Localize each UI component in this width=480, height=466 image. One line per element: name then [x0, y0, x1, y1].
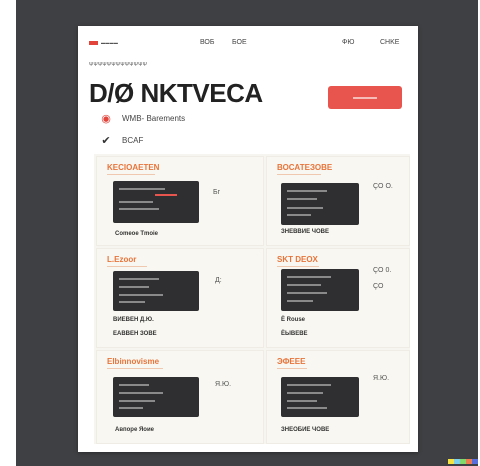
check-icon: ✔ — [101, 135, 111, 147]
page-card: ▬▬▬▬ ВОБ БОЕ ФЮ CHKE ΨΨΨΨΨΨΨΨΨΨΨΨΨ D/Ø N… — [78, 26, 418, 452]
panel-6-preview — [281, 377, 359, 417]
nav-link-4[interactable]: CHKE — [380, 39, 399, 46]
panel-4-underline — [277, 266, 319, 267]
panel-3-footer: ВИЕВЕН Д.Ю. — [113, 317, 154, 323]
panel-3-title: L.Ezoor — [107, 255, 137, 264]
panel-3-side: Д: — [215, 277, 222, 284]
page-title: D/Ø NKTVECA — [89, 78, 263, 108]
panel-2[interactable]: ВОСАТЕЗОВЕ ÇO O. ЗНЕВВИЕ ЧОВЕ — [266, 156, 410, 246]
panel-6-side: Я.Ю. — [373, 375, 390, 382]
panel-3-footer-2: ЕАВВЕН ЗОВЕ — [113, 331, 157, 337]
top-nav: ▬▬▬▬ ВОБ БОЕ ФЮ CHKE — [78, 36, 418, 50]
meta-row-2: ✔ BCAF — [100, 134, 143, 147]
panel-4-footer: Ё Rouse — [281, 317, 306, 323]
panel-2-side: ÇO O. — [373, 183, 393, 190]
panel-6-underline — [277, 368, 307, 369]
panel-5-preview — [113, 377, 199, 417]
panel-5-footer: Авпоре Яоие — [115, 427, 154, 433]
panel-4-footer-2: ЁЫВЕВЕ — [281, 331, 308, 337]
panel-3-preview — [113, 271, 199, 311]
target-icon: ◉ — [101, 113, 111, 125]
meta-row-1: ◉ WMB- Barements — [100, 112, 185, 125]
color-watermark — [448, 459, 478, 464]
nav-link-1[interactable]: ВОБ — [200, 39, 214, 46]
panel-5[interactable]: Elbinnovisme Я.Ю. Авпоре Яоие — [96, 350, 264, 444]
features-grid: KECIOAETEN Бг Comeoe Tmoie ВОСАТЕЗОВЕ ÇO… — [94, 154, 410, 444]
panel-4[interactable]: SKT DEOX ÇO 0. ÇO Ё Rouse ЁЫВЕВЕ — [266, 248, 410, 348]
nav-link-3[interactable]: ФЮ — [342, 39, 354, 46]
panel-1-preview — [113, 181, 199, 223]
panel-2-title: ВОСАТЕЗОВЕ — [277, 163, 333, 172]
panel-4-side-2: ÇO — [373, 283, 384, 290]
panel-2-footer: ЗНЕВВИЕ ЧОВЕ — [281, 229, 329, 235]
logo-mark — [89, 40, 98, 45]
panel-6-footer: ЗНЕОБИЕ ЧОВЕ — [281, 427, 330, 433]
meta-text-2: BCAF — [122, 136, 144, 145]
primary-cta-button[interactable] — [328, 86, 402, 109]
panel-3[interactable]: L.Ezoor Д: ВИЕВЕН Д.Ю. ЕАВВЕН ЗОВЕ — [96, 248, 264, 348]
panel-5-side: Я.Ю. — [215, 381, 232, 388]
meta-text-1: WMB- Barements — [122, 114, 186, 123]
panel-1-title: KECIOAETEN — [107, 163, 160, 172]
panel-4-side: ÇO 0. — [373, 267, 392, 274]
panel-6[interactable]: ЭФЕЕЕ Я.Ю. ЗНЕОБИЕ ЧОВЕ — [266, 350, 410, 444]
panel-2-underline — [277, 174, 321, 175]
nav-link-2[interactable]: БОЕ — [232, 39, 247, 46]
logo[interactable]: ▬▬▬▬ — [89, 40, 118, 45]
cta-label-placeholder — [353, 96, 377, 99]
panel-4-title: SKT DEOX — [277, 255, 318, 264]
panel-4-preview — [281, 269, 359, 311]
panel-1-underline — [107, 174, 155, 175]
panel-1[interactable]: KECIOAETEN Бг Comeoe Tmoie — [96, 156, 264, 246]
logo-text: ▬▬▬▬ — [101, 40, 119, 45]
panel-5-underline — [107, 368, 163, 369]
panel-2-preview — [281, 183, 359, 225]
panel-6-title: ЭФЕЕЕ — [277, 357, 306, 366]
panel-3-underline — [107, 266, 147, 267]
panel-1-side: Бг — [213, 189, 221, 196]
page-subtitle: ΨΨΨΨΨΨΨΨΨΨΨΨΨ — [89, 62, 148, 68]
panel-1-footer: Comeoe Tmoie — [115, 231, 159, 237]
panel-5-title: Elbinnovisme — [107, 357, 160, 366]
